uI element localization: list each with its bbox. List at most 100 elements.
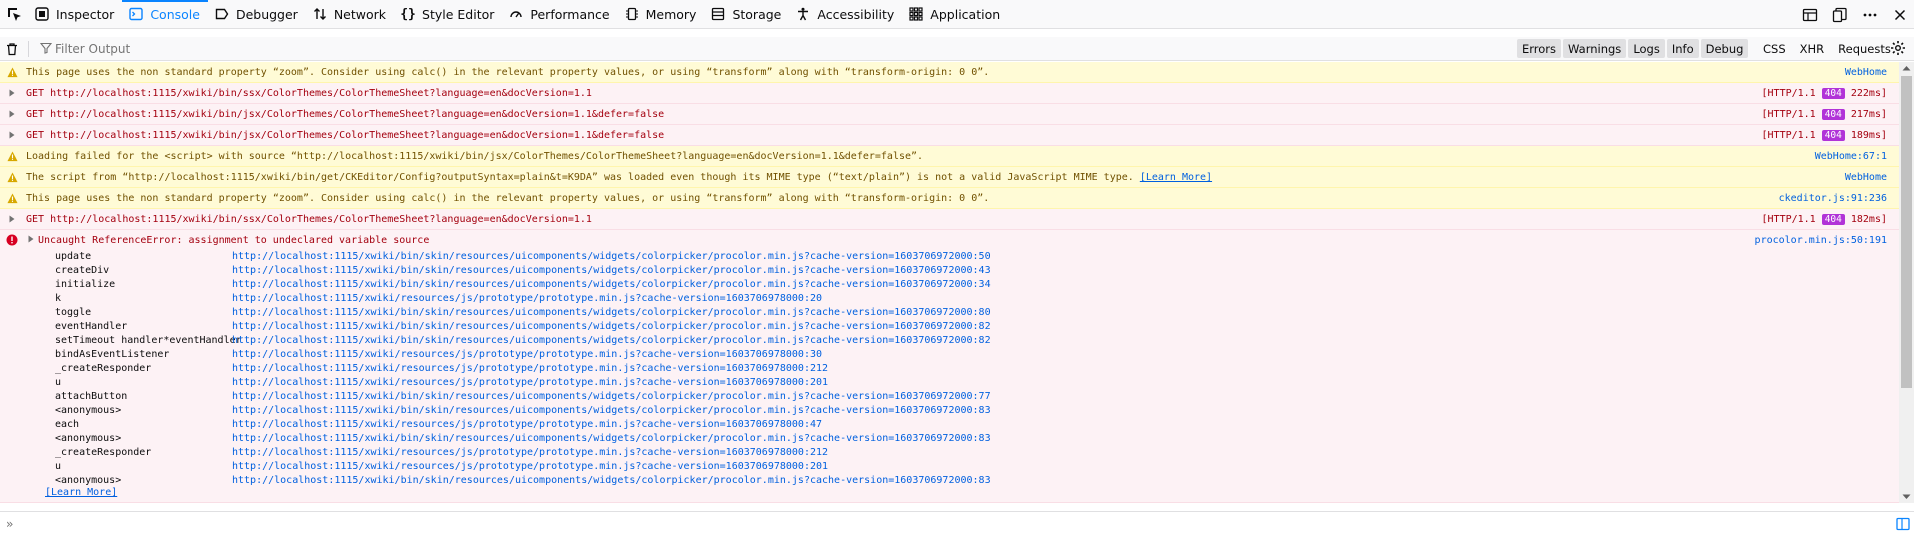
message-text: This page uses the non standard property… [26,193,990,204]
console-message-network[interactable]: GET http://localhost:1115/xwiki/bin/ssx/… [0,209,1899,230]
scroll-down-icon[interactable] [1902,494,1911,500]
http-protocol: [HTTP/1.1 [1761,214,1816,225]
frame-location-link[interactable]: http://localhost:1115/xwiki/resources/js… [232,447,828,458]
frame-location-link[interactable]: http://localhost:1115/xwiki/bin/skin/res… [232,321,991,332]
dock-icon[interactable] [1832,7,1848,23]
frame-location-link[interactable]: http://localhost:1115/xwiki/resources/js… [232,461,828,472]
tab-memory[interactable]: Memory [618,0,705,29]
filter-errors-button[interactable]: Errors [1517,39,1562,58]
tab-label: Debugger [235,6,298,22]
filter-warnings-button[interactable]: Warnings [1563,39,1627,58]
filter-icon [40,42,52,54]
close-icon[interactable] [1892,7,1908,23]
tab-application[interactable]: Application [902,0,1008,29]
stack-frame: bindAsEventListener http://localhost:1115… [38,347,1639,361]
console-message-warning[interactable]: The script from “http://localhost:1115/x… [0,167,1899,188]
learn-more-link[interactable]: [Learn More] [1140,172,1212,183]
tab-console[interactable]: Console [122,0,208,29]
tab-label: Memory [645,6,697,22]
element-picker-button[interactable] [0,0,28,29]
tab-label: Storage [732,6,782,22]
frame-function-name: <anonymous> [55,432,122,444]
console-message-warning[interactable]: Loading failed for the <script> with sou… [0,146,1899,167]
network-meta: [HTTP/1.1 404 182ms] [1762,214,1887,225]
scrollbar-thumb[interactable] [1901,76,1912,388]
tab-label: Network [333,6,387,22]
debugger-icon [214,6,230,22]
console-message-warning[interactable]: This page uses the non standard property… [0,188,1899,209]
frame-function-name: createDiv [55,264,110,276]
frame-function-name: update [55,250,92,262]
expand-arrow-icon[interactable] [6,213,18,225]
stack-frame: eventHandler http://localhost:1115/xwiki/… [38,319,1639,333]
expand-arrow-icon[interactable] [6,87,18,99]
tab-inspector[interactable]: Inspector [28,0,122,29]
frame-location-link[interactable]: http://localhost:1115/xwiki/bin/skin/res… [232,251,991,262]
frame-location-link[interactable]: http://localhost:1115/xwiki/bin/skin/res… [232,265,991,276]
tab-network[interactable]: Network [306,0,394,29]
stack-frame: setTimeout handler*eventHandler http://lo… [38,333,1639,347]
expand-arrow-icon[interactable] [27,235,35,246]
frame-function-name: attachButton [55,390,128,402]
javascript-input[interactable] [23,517,1914,531]
console-message-network[interactable]: GET http://localhost:1115/xwiki/bin/ssx/… [0,83,1899,104]
filter-requests-button[interactable]: Requests [1833,39,1896,58]
frame-location-link[interactable]: http://localhost:1115/xwiki/resources/js… [232,293,822,304]
frame-location-link[interactable]: http://localhost:1115/xwiki/resources/js… [232,377,828,388]
filter-info-button[interactable]: Info [1666,39,1699,58]
accessibility-icon [795,6,811,22]
tab-label: Application [930,6,1001,22]
message-text: This page uses the non standard property… [26,67,990,78]
more-options-icon[interactable] [1862,7,1878,23]
status-badge: 404 [1821,109,1845,120]
tab-storage[interactable]: Storage [704,0,789,29]
frame-location-link[interactable]: http://localhost:1115/xwiki/bin/skin/res… [232,279,991,290]
gear-icon[interactable] [1890,40,1906,56]
frame-function-name: eventHandler [55,320,128,332]
clear-console-button[interactable] [0,37,24,61]
stack-frame: update http://localhost:1115/xwiki/bin/sk… [38,249,1639,263]
frame-location-link[interactable]: http://localhost:1115/xwiki/resources/js… [232,363,828,374]
stack-frame: u http://localhost:1115/xwiki/resources/j… [38,375,1639,389]
console-message-network[interactable]: GET http://localhost:1115/xwiki/bin/jsx/… [0,104,1899,125]
filter-css-button[interactable]: CSS [1758,39,1791,58]
console-message-warning[interactable]: This page uses the non standard property… [0,62,1899,83]
split-console-icon[interactable] [1802,7,1818,23]
frame-function-name: setTimeout handler*eventHandler [55,334,242,346]
message-source-link[interactable]: WebHome:67:1 [1815,151,1887,162]
frame-location-link[interactable]: http://localhost:1115/xwiki/bin/skin/res… [232,307,991,318]
frame-location-link[interactable]: http://localhost:1115/xwiki/bin/skin/res… [232,433,991,444]
frame-location-link[interactable]: http://localhost:1115/xwiki/bin/skin/res… [232,475,991,486]
message-source-link[interactable]: ckeditor.js:91:236 [1779,193,1887,204]
console-scrollbar[interactable] [1899,62,1914,503]
style-editor-icon: {} [400,6,416,22]
tab-style-editor[interactable]: {} Style Editor [394,0,502,29]
message-source-link[interactable]: WebHome [1845,67,1887,78]
filter-xhr-button[interactable]: XHR [1795,39,1830,58]
filter-output-input[interactable] [35,37,1435,60]
tab-debugger[interactable]: Debugger [208,0,306,29]
learn-more-link[interactable]: [Learn More] [45,487,117,498]
filter-debug-button[interactable]: Debug [1700,39,1749,58]
scroll-up-icon[interactable] [1902,65,1911,71]
tab-accessibility[interactable]: Accessibility [789,0,902,29]
expand-arrow-icon[interactable] [6,108,18,120]
performance-icon [508,6,524,22]
frame-location-link[interactable]: http://localhost:1115/xwiki/bin/skin/res… [232,335,991,346]
message-source-link[interactable]: WebHome [1845,172,1887,183]
tab-performance[interactable]: Performance [502,0,617,29]
message-text: Loading failed for the <script> with sou… [26,151,924,162]
console-message-network[interactable]: GET http://localhost:1115/xwiki/bin/jsx/… [0,125,1899,146]
frame-location-link[interactable]: http://localhost:1115/xwiki/resources/js… [232,419,822,430]
expand-arrow-icon[interactable] [6,129,18,141]
console-message-error[interactable]: Uncaught ReferenceError: assignment to u… [0,230,1899,503]
frame-location-link[interactable]: http://localhost:1115/xwiki/bin/skin/res… [232,391,991,402]
network-icon [312,6,328,22]
frame-location-link[interactable]: http://localhost:1115/xwiki/bin/skin/res… [232,405,991,416]
memory-icon [624,6,640,22]
editor-mode-icon[interactable] [1896,517,1910,531]
filter-logs-button[interactable]: Logs [1628,39,1665,58]
message-source-link[interactable]: procolor.min.js:50:191 [1755,235,1887,246]
inspector-icon [34,6,50,22]
frame-location-link[interactable]: http://localhost:1115/xwiki/resources/js… [232,349,822,360]
